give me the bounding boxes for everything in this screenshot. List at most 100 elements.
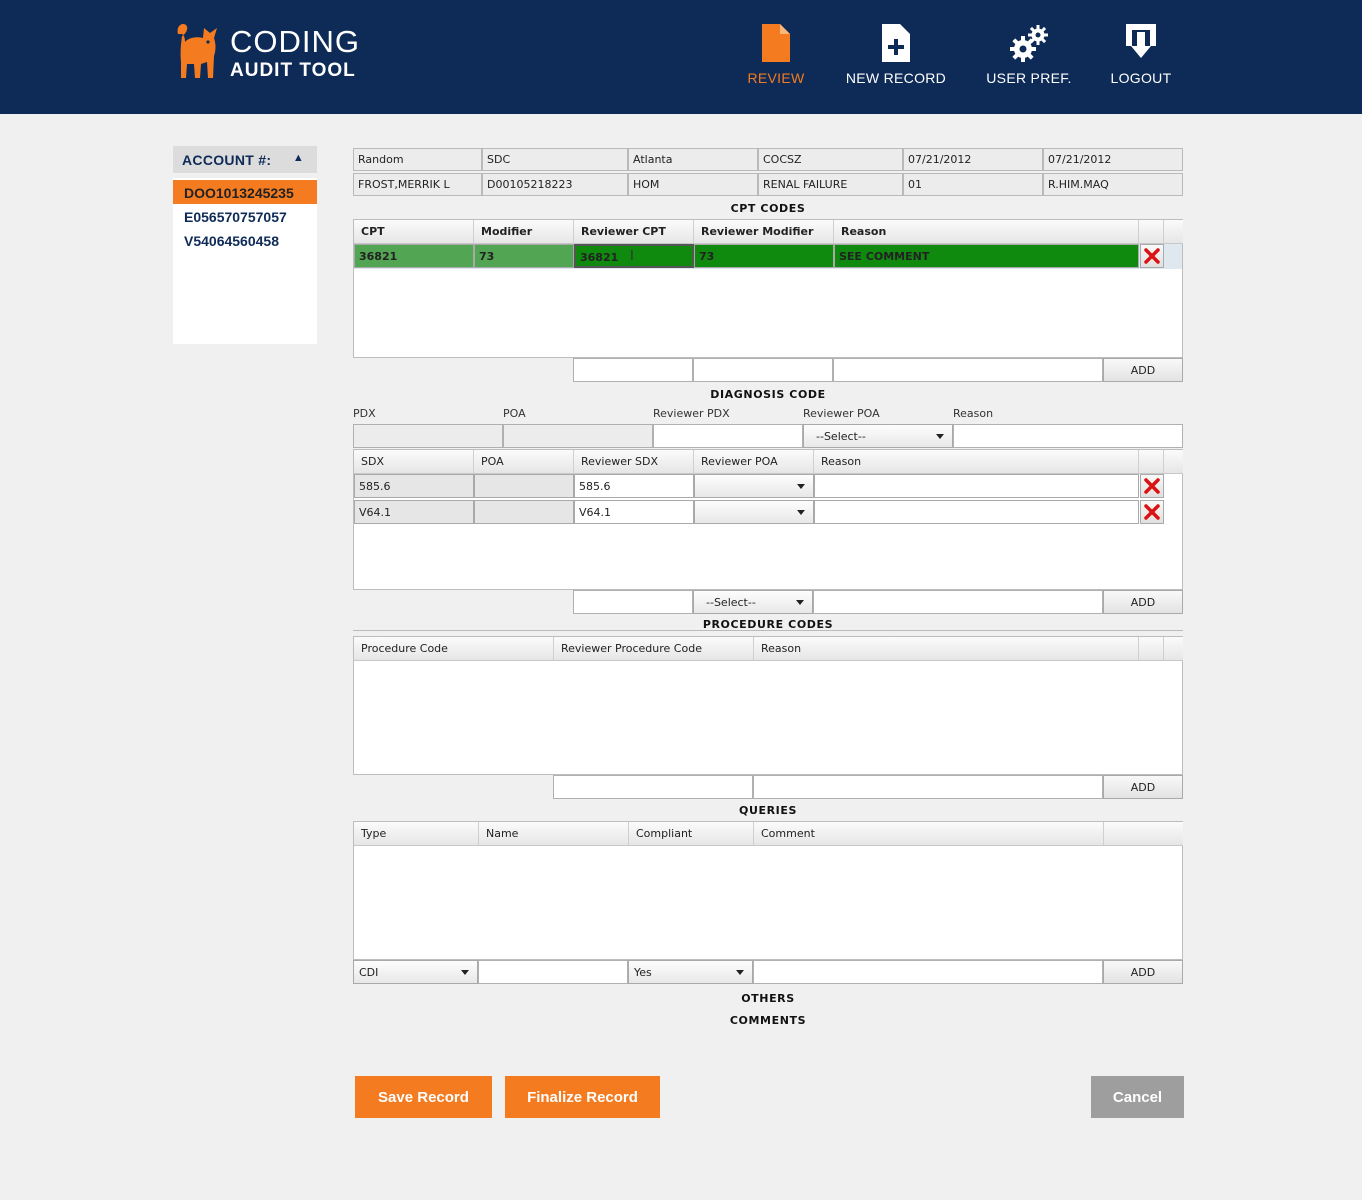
reason-input[interactable]: SEE COMMENT bbox=[834, 244, 1139, 268]
queries-col-header[interactable]: Type bbox=[354, 822, 479, 846]
info-coder: R.HIM.MAQ bbox=[1043, 173, 1183, 196]
modifier-cell: 73 bbox=[474, 244, 574, 268]
info-code: COCSZ bbox=[758, 148, 903, 171]
pdx-reason-input[interactable] bbox=[953, 424, 1183, 448]
procedure-col-header[interactable]: Reason bbox=[754, 637, 1139, 661]
reviewer-poa-select[interactable] bbox=[694, 500, 814, 524]
reviewer-cpt-input[interactable]: 36821 bbox=[574, 244, 694, 268]
sdx-col-header-blank bbox=[1164, 450, 1183, 474]
reason-input[interactable] bbox=[814, 500, 1139, 524]
account-header-label: ACCOUNT #: bbox=[182, 152, 272, 168]
reviewer-modifier-input[interactable]: 73 bbox=[694, 244, 834, 268]
account-item[interactable]: V54064560458 bbox=[173, 228, 317, 252]
reviewer-sdx-input[interactable]: V64.1 bbox=[574, 500, 694, 524]
pdx-field bbox=[353, 424, 503, 448]
delete-row-button[interactable] bbox=[1140, 500, 1164, 524]
reason-input[interactable] bbox=[814, 474, 1139, 498]
account-item[interactable]: E056570757057 bbox=[173, 204, 317, 228]
cpt-add-button[interactable]: ADD bbox=[1103, 358, 1183, 382]
new-document-icon bbox=[882, 24, 910, 62]
new-reviewer-modifier-input[interactable] bbox=[693, 358, 833, 382]
reason-label: Reason bbox=[953, 407, 994, 420]
table-row[interactable]: V64.1 V64.1 bbox=[354, 500, 1182, 526]
info-type: SDC bbox=[482, 148, 628, 171]
queries-add-button[interactable]: ADD bbox=[1103, 960, 1183, 984]
cpt-col-header-blank bbox=[1139, 220, 1164, 244]
sdx-col-header[interactable]: SDX bbox=[354, 450, 474, 474]
delete-row-button[interactable] bbox=[1140, 474, 1164, 498]
poa-label: POA bbox=[503, 407, 526, 420]
cpt-col-header[interactable]: Modifier bbox=[474, 220, 574, 244]
reviewer-poa-select[interactable] bbox=[694, 474, 814, 498]
account-item[interactable]: DOO1013245235 bbox=[173, 180, 317, 204]
queries-col-header[interactable]: Compliant bbox=[629, 822, 754, 846]
info-patient-name: FROST,MERRIK L bbox=[353, 173, 482, 196]
reviewer-sdx-input[interactable]: 585.6 bbox=[574, 474, 694, 498]
reviewer-pdx-input[interactable] bbox=[653, 424, 803, 448]
query-type-select[interactable]: CDI bbox=[353, 960, 478, 984]
others-section-title: OTHERS bbox=[741, 992, 795, 1005]
new-reviewer-sdx-input[interactable] bbox=[573, 590, 693, 614]
sdx-col-header[interactable]: POA bbox=[474, 450, 574, 474]
sdx-col-header[interactable]: Reason bbox=[814, 450, 1139, 474]
table-row[interactable]: 585.6 585.6 bbox=[354, 474, 1182, 500]
new-reason-input[interactable] bbox=[833, 358, 1103, 382]
queries-col-header[interactable]: Name bbox=[479, 822, 629, 846]
info-location: Atlanta bbox=[628, 148, 758, 171]
procedure-col-header-blank bbox=[1139, 637, 1164, 661]
app-header: CODING AUDIT TOOL REVIEW NEW RECORD USER… bbox=[0, 0, 1362, 114]
nav-logout[interactable]: LOGOUT bbox=[1108, 24, 1174, 86]
nav-review[interactable]: REVIEW bbox=[744, 24, 808, 86]
nav-logout-label: LOGOUT bbox=[1110, 70, 1172, 86]
procedure-col-header[interactable]: Procedure Code bbox=[354, 637, 554, 661]
query-compliant-select[interactable]: Yes bbox=[628, 960, 753, 984]
cpt-col-header[interactable]: Reviewer CPT bbox=[574, 220, 694, 244]
nav-new-record-label: NEW RECORD bbox=[845, 70, 947, 86]
finalize-record-button[interactable]: Finalize Record bbox=[505, 1076, 660, 1118]
info-discharge-date: 07/21/2012 bbox=[1043, 148, 1183, 171]
chevron-down-icon bbox=[797, 510, 805, 515]
sdx-col-header-blank bbox=[1139, 450, 1164, 474]
delete-row-button[interactable] bbox=[1140, 244, 1164, 268]
diagnosis-add-button[interactable]: ADD bbox=[1103, 590, 1183, 614]
nav-new-record[interactable]: NEW RECORD bbox=[844, 24, 948, 86]
new-reviewer-procedure-input[interactable] bbox=[553, 775, 753, 799]
cpt-col-header[interactable]: Reason bbox=[834, 220, 1139, 244]
cpt-col-header[interactable]: CPT bbox=[354, 220, 474, 244]
query-type-select-value: CDI bbox=[359, 966, 379, 979]
delete-x-icon bbox=[1144, 478, 1160, 494]
new-reviewer-cpt-input[interactable] bbox=[573, 358, 693, 382]
sort-up-icon[interactable]: ▲ bbox=[293, 152, 304, 164]
nav-review-label: REVIEW bbox=[747, 70, 805, 86]
new-sdx-reason-input[interactable] bbox=[813, 590, 1103, 614]
sdx-col-header[interactable]: Reviewer SDX bbox=[574, 450, 694, 474]
chevron-down-icon bbox=[461, 970, 469, 975]
logo-title: CODING bbox=[230, 24, 360, 59]
table-row[interactable]: 36821 73 36821 I 73 SEE COMMENT bbox=[354, 244, 1182, 269]
cancel-button[interactable]: Cancel bbox=[1091, 1076, 1184, 1118]
diagnosis-section-title: DIAGNOSIS CODE bbox=[710, 388, 826, 401]
delete-x-icon bbox=[1144, 248, 1160, 264]
info-source: Random bbox=[353, 148, 482, 171]
delete-x-icon bbox=[1144, 504, 1160, 520]
divider bbox=[353, 630, 1183, 631]
queries-section-title: QUERIES bbox=[739, 804, 797, 817]
query-compliant-select-value: Yes bbox=[634, 966, 652, 979]
queries-col-header[interactable]: Comment bbox=[754, 822, 1104, 846]
cpt-col-header[interactable]: Reviewer Modifier bbox=[694, 220, 834, 244]
query-name-input[interactable] bbox=[478, 960, 628, 984]
sdx-col-header[interactable]: Reviewer POA bbox=[694, 450, 814, 474]
procedure-add-button[interactable]: ADD bbox=[1103, 775, 1183, 799]
reviewer-poa-select[interactable]: --Select-- bbox=[803, 424, 953, 448]
logo-subtitle: AUDIT TOOL bbox=[230, 60, 356, 81]
save-record-button[interactable]: Save Record bbox=[355, 1076, 492, 1118]
reviewer-poa-label: Reviewer POA bbox=[803, 407, 880, 420]
query-comment-input[interactable] bbox=[753, 960, 1103, 984]
reviewer-poa-select-value: --Select-- bbox=[816, 430, 866, 443]
account-list-header[interactable]: ACCOUNT #: ▲ bbox=[173, 146, 317, 173]
new-procedure-reason-input[interactable] bbox=[753, 775, 1103, 799]
new-reviewer-poa-select[interactable]: --Select-- bbox=[693, 590, 813, 614]
procedure-col-header[interactable]: Reviewer Procedure Code bbox=[554, 637, 754, 661]
nav-user-pref[interactable]: USER PREF. bbox=[986, 24, 1072, 86]
sdx-cell: V64.1 bbox=[354, 500, 474, 524]
